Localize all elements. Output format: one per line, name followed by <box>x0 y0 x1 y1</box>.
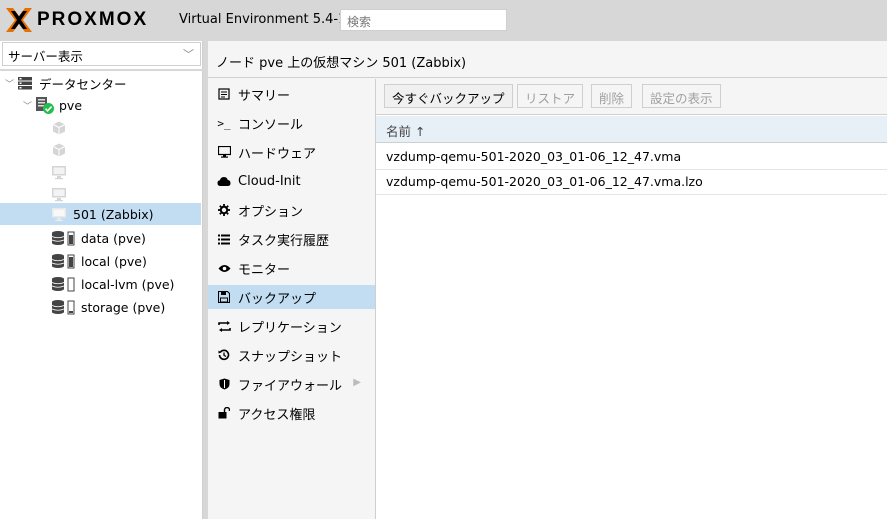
menu-item-console[interactable]: >_ コンソール <box>208 111 375 135</box>
column-header-name[interactable]: 名前 ↑ <box>376 116 887 143</box>
expand-icon[interactable]: ﹀ <box>23 99 32 112</box>
menu-item-task-history[interactable]: タスク実行履歴 <box>208 227 375 251</box>
proxmox-logo[interactable]: PROXMOX <box>4 7 148 33</box>
menu-item-monitor[interactable]: モニター <box>208 256 375 280</box>
console-icon: >_ <box>217 116 231 130</box>
menu-label: コンソール <box>238 117 304 133</box>
container-icon <box>52 143 66 157</box>
menu-label: ハードウェア <box>238 146 317 162</box>
menu-label: サマリー <box>238 88 291 104</box>
table-row[interactable]: vzdump-qemu-501-2020_03_01-06_12_47.vma.… <box>376 170 887 195</box>
tree-item-container[interactable] <box>0 139 201 161</box>
list-icon <box>216 231 232 247</box>
restore-button[interactable]: リストア <box>517 84 584 108</box>
tree-item-storage[interactable]: local-lvm (pve) <box>0 273 201 295</box>
storage-icon <box>51 254 75 269</box>
menu-item-firewall[interactable]: ファイアウォール ▶ <box>208 372 375 396</box>
tree-label-vm-501: 501 (Zabbix) <box>73 206 154 222</box>
menu-item-hardware[interactable]: ハードウェア <box>208 140 375 164</box>
menu-label: Cloud-Init <box>238 173 301 189</box>
version-label: Virtual Environment 5.4-13 <box>179 12 355 27</box>
monitor-icon <box>216 144 232 160</box>
storage-label: local-lvm (pve) <box>81 276 175 292</box>
menu-label: タスク実行履歴 <box>238 233 330 249</box>
menu-item-cloud-init[interactable]: Cloud-Init <box>208 169 375 193</box>
tree-divider <box>0 69 203 71</box>
replication-icon <box>216 318 232 334</box>
eye-icon <box>216 260 232 276</box>
tree-item-datacenter[interactable]: ﹀ データセンター <box>0 72 201 94</box>
status-ok-icon <box>43 103 54 114</box>
menu-label: スナップショット <box>238 349 343 365</box>
tree-item-storage[interactable]: storage (pve) <box>0 296 201 318</box>
delete-button[interactable]: 削除 <box>591 84 633 108</box>
tree-item-vm[interactable] <box>0 161 201 183</box>
summary-icon <box>216 86 232 102</box>
search-input[interactable]: 検索 <box>340 9 507 31</box>
top-bar: PROXMOX Virtual Environment 5.4-13 検索 <box>0 0 887 41</box>
tree-item-container[interactable] <box>0 117 201 139</box>
storage-icon <box>51 231 75 246</box>
page-title: ノード pve 上の仮想マシン 501 (Zabbix) <box>208 41 887 78</box>
storage-label: data (pve) <box>81 230 146 246</box>
floppy-icon <box>216 289 232 305</box>
menu-label: ファイアウォール <box>238 378 343 394</box>
tree-item-vm-501[interactable]: 501 (Zabbix) <box>0 203 201 225</box>
backup-panel: 今すぐバックアップ リストア 削除 設定の表示 名前 ↑ vzdump-qemu… <box>376 79 887 519</box>
backup-toolbar: 今すぐバックアップ リストア 削除 設定の表示 <box>376 79 887 115</box>
container-icon <box>52 121 66 135</box>
menu-item-backup[interactable]: バックアップ <box>208 285 375 309</box>
server-rack-icon <box>18 77 32 90</box>
tree-item-node-pve[interactable]: ﹀ pve <box>0 94 201 116</box>
logo-text: PROXMOX <box>37 9 149 30</box>
menu-item-options[interactable]: オプション <box>208 198 375 222</box>
proxmox-x-icon <box>6 8 32 32</box>
vm-monitor-icon <box>52 188 66 202</box>
resource-tree-panel: サーバー表示 ﹀ ﹀ データセンター ﹀ pve 501 (Zabbix) da… <box>0 41 203 519</box>
vm-monitor-icon <box>52 208 66 222</box>
storage-icon <box>51 277 75 292</box>
menu-item-permissions[interactable]: アクセス権限 <box>208 401 375 425</box>
chevron-right-icon[interactable]: ▶ <box>353 377 361 388</box>
history-icon <box>216 347 232 363</box>
menu-item-summary[interactable]: サマリー <box>208 82 375 106</box>
view-selector[interactable]: サーバー表示 ﹀ <box>2 42 201 66</box>
shield-icon <box>216 376 232 392</box>
menu-item-snapshot[interactable]: スナップショット <box>208 343 375 367</box>
menu-label: レプリケーション <box>238 320 342 336</box>
tree-item-storage[interactable]: local (pve) <box>0 250 201 272</box>
storage-label: local (pve) <box>81 253 147 269</box>
table-row[interactable]: vzdump-qemu-501-2020_03_01-06_12_47.vma <box>376 145 887 170</box>
vm-side-menu: サマリー >_ コンソール ハードウェア Cloud-Init オプション タス… <box>208 79 376 519</box>
menu-label: アクセス権限 <box>238 407 316 423</box>
storage-icon <box>51 300 75 315</box>
tree-label-datacenter: データセンター <box>39 76 127 92</box>
expand-icon[interactable]: ﹀ <box>5 77 14 90</box>
vm-monitor-icon <box>52 166 66 180</box>
view-selector-value: サーバー表示 <box>8 49 83 64</box>
tree-label-node: pve <box>59 97 83 113</box>
menu-label: オプション <box>238 204 304 220</box>
menu-label: バックアップ <box>238 291 317 307</box>
menu-item-replication[interactable]: レプリケーション <box>208 314 375 338</box>
tree-item-vm[interactable] <box>0 183 201 205</box>
chevron-down-icon[interactable]: ﹀ <box>183 46 194 62</box>
show-config-button[interactable]: 設定の表示 <box>642 84 721 108</box>
gear-icon <box>216 202 232 218</box>
menu-label: モニター <box>238 262 291 278</box>
unlock-icon <box>216 405 232 421</box>
backup-now-button[interactable]: 今すぐバックアップ <box>384 84 513 108</box>
node-icon <box>35 96 54 114</box>
tree-item-storage[interactable]: data (pve) <box>0 227 201 249</box>
cloud-icon <box>216 173 232 189</box>
storage-label: storage (pve) <box>81 299 166 315</box>
